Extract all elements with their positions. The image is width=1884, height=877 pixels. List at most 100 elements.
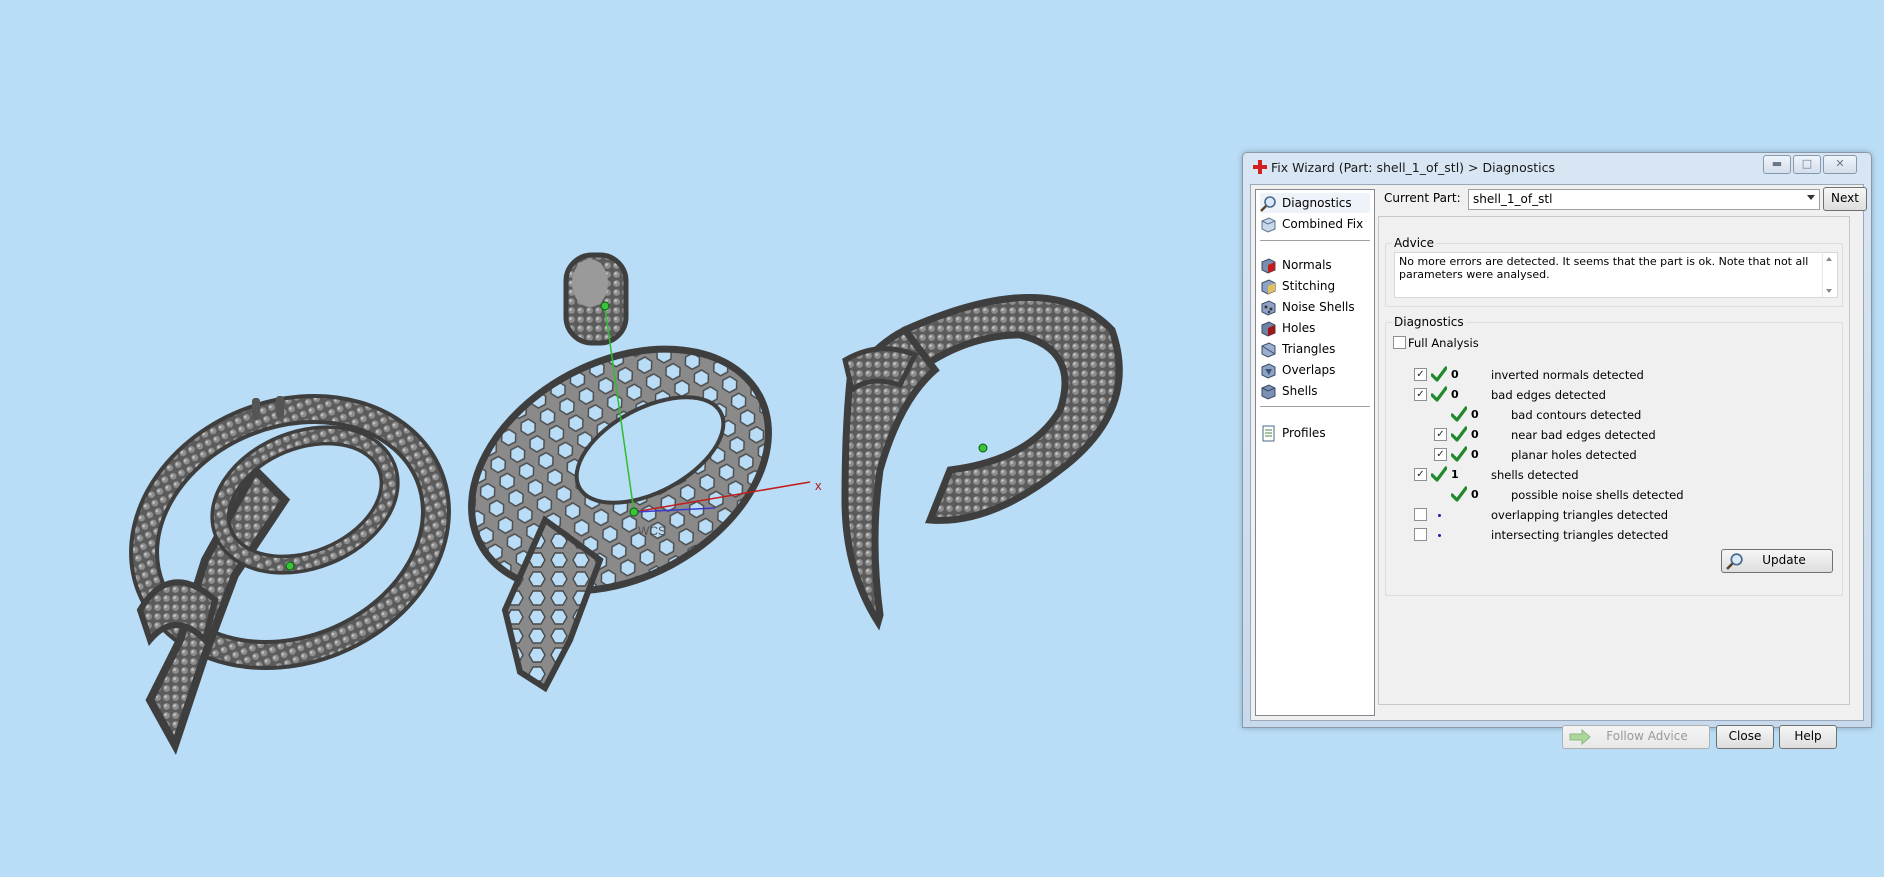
minimize-button[interactable]: ▬ xyxy=(1763,155,1791,174)
diagnostic-checkbox[interactable]: ✓ xyxy=(1414,468,1427,481)
diagnostic-count: 0 xyxy=(1451,368,1459,381)
nav-item-noise-shells[interactable]: Noise Shells xyxy=(1260,297,1370,317)
diagnostic-label: planar holes detected xyxy=(1511,448,1637,462)
diagnostic-row: 0 bad contours detected xyxy=(1386,406,1826,424)
current-part-value: shell_1_of_stl xyxy=(1473,192,1553,206)
pending-dot-icon xyxy=(1438,514,1441,517)
pendant-pave-p[interactable] xyxy=(841,294,1123,631)
dialog-client-area: Diagnostics Combined Fix Normals Stitchi… xyxy=(1250,184,1867,749)
diagnostic-checkbox[interactable] xyxy=(1414,508,1427,521)
shells-icon xyxy=(1261,383,1276,400)
diagnostic-label: bad contours detected xyxy=(1511,408,1642,422)
pendant-framed-p[interactable] xyxy=(107,366,474,755)
nav-item-shells[interactable]: Shells xyxy=(1260,381,1370,401)
diagnostic-row: 0 possible noise shells detected xyxy=(1386,486,1826,504)
nav-item-combined-fix[interactable]: Combined Fix xyxy=(1260,214,1370,234)
nav-item-profiles[interactable]: Profiles xyxy=(1260,423,1370,443)
holes-icon xyxy=(1261,320,1276,337)
check-icon xyxy=(1431,466,1447,482)
advice-scrollbar[interactable] xyxy=(1822,253,1837,297)
check-icon xyxy=(1451,426,1467,442)
close-window-button[interactable]: ✕ xyxy=(1823,155,1857,174)
pending-dot-icon xyxy=(1438,534,1441,537)
nav-item-overlaps[interactable]: Overlaps xyxy=(1260,360,1370,380)
diagnostic-row: ✓ 0 inverted normals detected xyxy=(1386,366,1826,384)
next-button[interactable]: Next xyxy=(1823,187,1867,211)
diagnostic-checkbox[interactable]: ✓ xyxy=(1414,388,1427,401)
check-icon xyxy=(1431,386,1447,402)
diagnostics-page: Advice No more errors are detected. It s… xyxy=(1378,216,1850,705)
current-part-dropdown[interactable]: shell_1_of_stl xyxy=(1468,189,1820,210)
cube-icon xyxy=(1261,216,1276,233)
diagnostic-row: ✓ 0 bad edges detected xyxy=(1386,386,1826,404)
magnifier-icon xyxy=(1260,195,1276,212)
wizard-navigation: Diagnostics Combined Fix Normals Stitchi… xyxy=(1255,189,1375,716)
noise-shells-icon xyxy=(1261,299,1276,316)
diagnostic-label: inverted normals detected xyxy=(1491,368,1644,382)
overlaps-icon xyxy=(1261,362,1276,379)
diagnostic-count: 0 xyxy=(1471,408,1479,421)
diagnostic-count: 1 xyxy=(1451,468,1459,481)
nav-item-diagnostics[interactable]: Diagnostics xyxy=(1260,193,1370,213)
diagnostic-count: 0 xyxy=(1471,448,1479,461)
chevron-down-icon xyxy=(1807,195,1815,200)
dialog-titlebar[interactable]: Fix Wizard (Part: shell_1_of_stl) > Diag… xyxy=(1243,153,1871,181)
nav-item-normals[interactable]: Normals xyxy=(1260,255,1370,275)
diagnostic-label: shells detected xyxy=(1491,468,1579,482)
advice-text: No more errors are detected. It seems th… xyxy=(1399,255,1809,281)
diagnostic-label: intersecting triangles detected xyxy=(1491,528,1669,542)
normals-icon xyxy=(1261,257,1276,274)
diagnostic-row: ✓ 1 shells detected xyxy=(1386,466,1826,484)
current-part-label: Current Part: xyxy=(1384,191,1461,205)
full-analysis-checkbox[interactable] xyxy=(1393,336,1406,349)
axis-x-label: x xyxy=(815,478,822,493)
diagnostic-count: 0 xyxy=(1471,488,1479,501)
check-icon xyxy=(1451,486,1467,502)
dialog-title: Fix Wizard (Part: shell_1_of_stl) > Diag… xyxy=(1271,160,1556,175)
stitching-icon xyxy=(1261,278,1276,295)
follow-advice-label: Follow Advice xyxy=(1606,729,1688,743)
diagnostic-label: bad edges detected xyxy=(1491,388,1606,402)
advice-textbox[interactable]: No more errors are detected. It seems th… xyxy=(1394,252,1838,298)
diagnostic-count: 0 xyxy=(1451,388,1459,401)
diagnostics-title: Diagnostics xyxy=(1392,315,1466,329)
diagnostic-label: possible noise shells detected xyxy=(1511,488,1684,502)
arrow-right-icon xyxy=(1569,729,1591,745)
diagnostic-checkbox[interactable] xyxy=(1414,528,1427,541)
diagnostic-checkbox[interactable]: ✓ xyxy=(1434,448,1447,461)
pendant-honeycomb-p[interactable]: x WCS xyxy=(430,252,822,693)
full-analysis-label: Full Analysis xyxy=(1408,336,1479,350)
nav-separator xyxy=(1260,240,1370,241)
diagnostic-row: ✓ 0 near bad edges detected xyxy=(1386,426,1826,444)
nav-separator xyxy=(1260,406,1370,407)
diagnostic-label: near bad edges detected xyxy=(1511,428,1656,442)
advice-group: Advice No more errors are detected. It s… xyxy=(1385,236,1843,307)
check-icon xyxy=(1451,446,1467,462)
diagnostic-checkbox[interactable]: ✓ xyxy=(1414,368,1427,381)
nav-item-stitching[interactable]: Stitching xyxy=(1260,276,1370,296)
update-button[interactable]: Update xyxy=(1721,549,1833,573)
nav-item-triangles[interactable]: Triangles xyxy=(1260,339,1370,359)
wcs-label: WCS xyxy=(638,524,666,538)
fix-wizard-dialog: Fix Wizard (Part: shell_1_of_stl) > Diag… xyxy=(1242,152,1872,749)
diagnostic-row: ✓ 0 planar holes detected xyxy=(1386,446,1826,464)
diagnostic-label: overlapping triangles detected xyxy=(1491,508,1669,522)
triangles-icon xyxy=(1261,341,1276,358)
nav-item-holes[interactable]: Holes xyxy=(1260,318,1370,338)
scroll-up-icon xyxy=(1826,257,1832,261)
follow-advice-button[interactable]: Follow Advice xyxy=(1562,725,1710,749)
diagnostics-group: Diagnostics Full Analysis ✓ 0 inverted nor… xyxy=(1385,315,1843,596)
diagnostic-count: 0 xyxy=(1471,428,1479,441)
red-cross-icon xyxy=(1253,160,1267,174)
update-label: Update xyxy=(1762,553,1806,567)
profiles-icon xyxy=(1262,425,1275,441)
maximize-button[interactable]: □ xyxy=(1793,155,1821,174)
check-icon xyxy=(1431,366,1447,382)
close-button[interactable]: Close xyxy=(1716,725,1774,749)
help-button[interactable]: Help xyxy=(1779,725,1837,749)
diagnostic-row: intersecting triangles detected xyxy=(1386,526,1826,544)
diagnostic-row: overlapping triangles detected xyxy=(1386,506,1826,524)
magnifier-icon xyxy=(1726,553,1743,570)
check-icon xyxy=(1451,406,1467,422)
diagnostic-checkbox[interactable]: ✓ xyxy=(1434,428,1447,441)
